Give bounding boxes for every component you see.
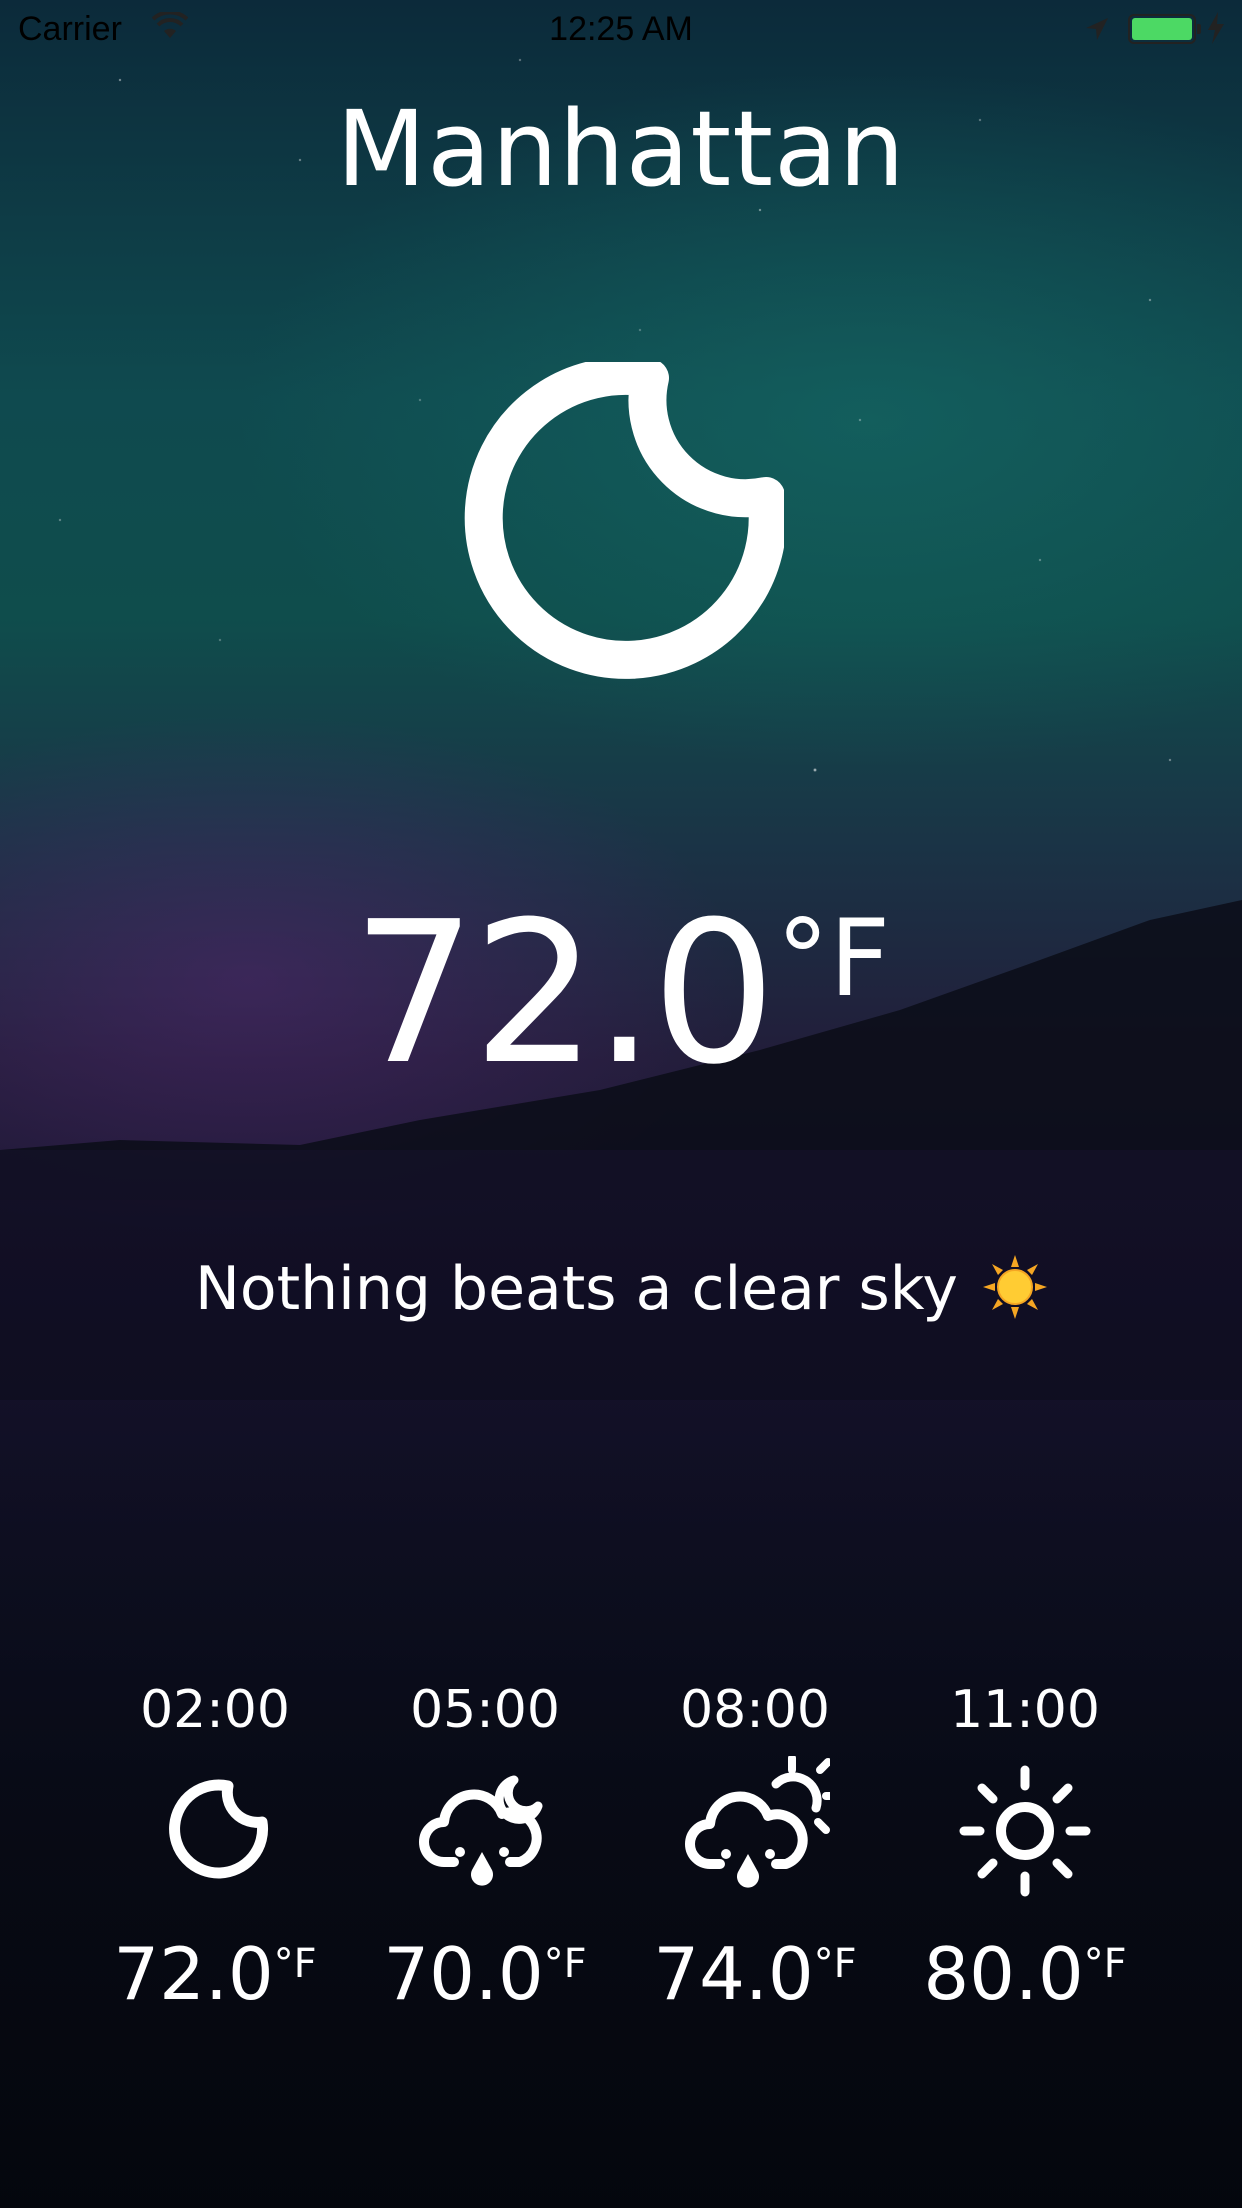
forecast-item: 11:00 80.0°F [890,1680,1160,2016]
temperature-value: 72.0 [351,880,776,1108]
moon-icon [169,1779,269,1879]
forecast-temperature-value: 80.0 [923,1932,1084,2016]
forecast-temperature-unit: °F [273,1941,317,1987]
forecast-temperature: 70.0°F [350,1932,620,2016]
battery-nub [1197,24,1201,34]
current-temperature: 72.0°F [0,880,1242,1108]
forecast-temperature: 72.0°F [80,1932,350,2016]
forecast-temperature-unit: °F [813,1941,857,1987]
moon-icon [464,362,784,679]
forecast-temperature: 74.0°F [620,1932,890,2016]
cloud-moon-rain-icon [419,1775,543,1886]
forecast-temperature-unit: °F [1083,1941,1127,1987]
forecast-temperature-value: 70.0 [383,1932,544,2016]
forecast-item: 08:00 74.0°F [620,1680,890,2016]
cloud-sun-rain-icon [685,1756,830,1888]
forecast-time: 08:00 [680,1680,830,1740]
charging-bolt-icon [1208,12,1224,44]
weather-message: Nothing beats a clear sky [0,1254,1242,1324]
forecast-time: 02:00 [140,1680,290,1740]
forecast-item: 02:00 72.0°F [80,1680,350,2016]
forecast-time: 11:00 [950,1680,1100,1740]
weather-message-text: Nothing beats a clear sky [195,1254,958,1324]
battery-icon [1128,14,1201,44]
sun-icon [959,1765,1091,1897]
forecast-temperature-unit: °F [543,1941,587,1987]
forecast-temperature-value: 74.0 [653,1932,814,2016]
weather-screen: Carrier 12:25 AM Manhattan 72.0°F Nothin… [0,0,1242,2208]
hourly-forecast: 02:00 72.0°F 05:00 70.0°F 08:00 74.0°F 1… [80,1680,1160,2020]
sun-emoji-icon [983,1255,1047,1319]
forecast-item: 05:00 70.0°F [350,1680,620,2016]
status-bar: Carrier 12:25 AM [0,0,1242,60]
forecast-temperature-value: 72.0 [113,1932,274,2016]
city-name: Manhattan [336,88,906,210]
battery-level [1132,18,1192,40]
location-arrow-icon [1086,18,1108,40]
forecast-time: 05:00 [410,1680,560,1740]
temperature-unit: °F [776,897,891,1020]
forecast-temperature: 80.0°F [890,1932,1160,2016]
status-time: 12:25 AM [549,10,693,48]
